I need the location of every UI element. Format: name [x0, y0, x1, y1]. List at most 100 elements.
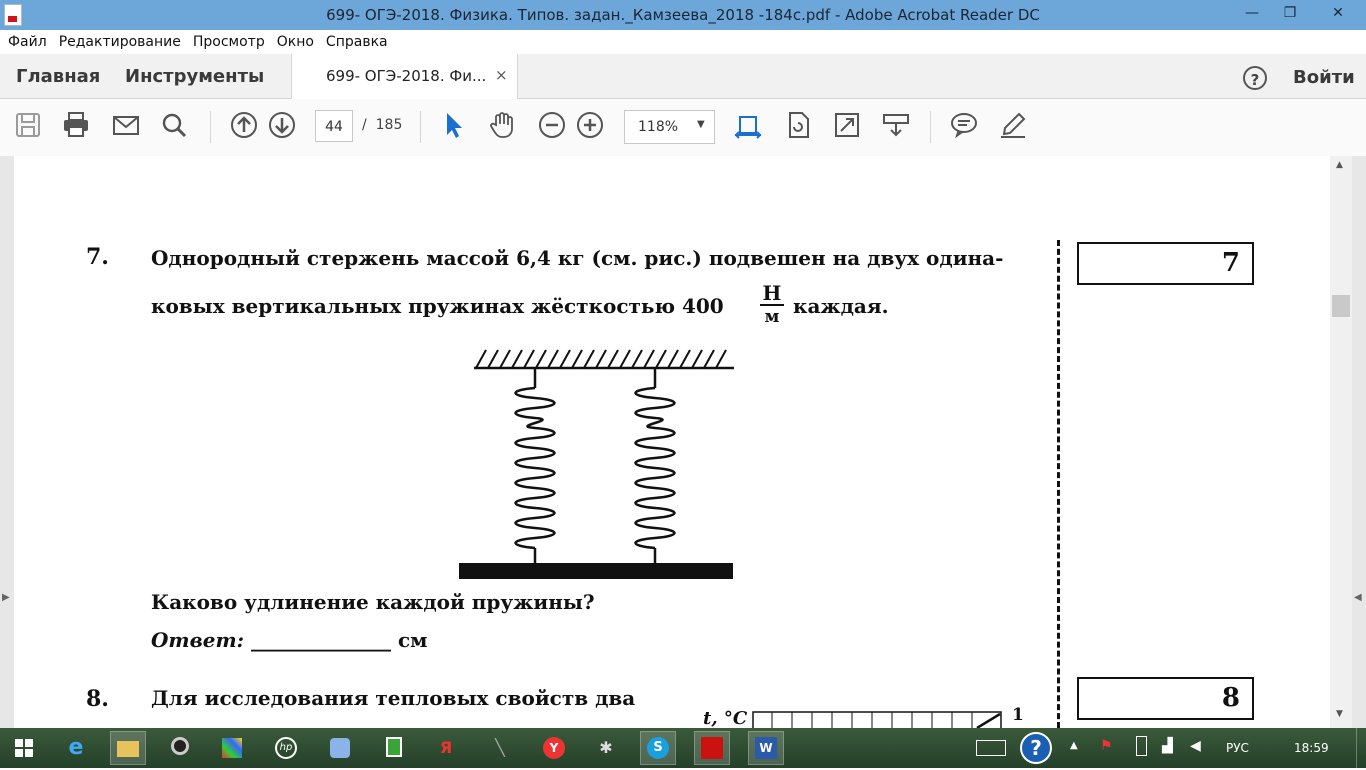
volume-icon[interactable]: ◀	[1190, 738, 1201, 754]
hp-icon[interactable]: hp	[268, 731, 304, 765]
network-icon[interactable]: ▟	[1162, 738, 1173, 754]
page-down-icon[interactable]	[268, 111, 296, 139]
hand-icon[interactable]	[488, 111, 516, 139]
toolbar-separator	[210, 111, 211, 143]
graph-tick-label: 1	[1012, 705, 1024, 725]
flag-icon[interactable]: ⚑	[1100, 738, 1113, 754]
question-7-line1: Однородный стержень массой 6,4 кг (см. р…	[151, 246, 1004, 270]
email-icon[interactable]	[112, 111, 140, 139]
help-tray-icon[interactable]: ?	[1020, 732, 1052, 764]
zoom-out-icon[interactable]	[538, 111, 566, 139]
zoom-in-icon[interactable]	[576, 111, 604, 139]
save-icon[interactable]	[14, 111, 42, 139]
comment-icon[interactable]	[950, 111, 978, 139]
vertical-scrollbar[interactable]: ▲ ▼	[1330, 156, 1352, 728]
scroll-thumb[interactable]	[1332, 295, 1350, 317]
title-bar: 699- ОГЭ-2018. Физика. Типов. задан._Кам…	[0, 0, 1366, 30]
spring-figure	[459, 349, 734, 579]
menu-help[interactable]: Справка	[322, 30, 392, 54]
acrobat-icon[interactable]	[694, 731, 730, 765]
battery-icon[interactable]	[1136, 736, 1147, 756]
answer-box-8: 8	[1077, 677, 1254, 720]
help-icon[interactable]: ?	[1243, 66, 1267, 90]
full-screen-icon[interactable]	[833, 111, 861, 139]
windows-start-icon[interactable]	[6, 731, 42, 765]
graph-axis-label: t, °C	[703, 708, 748, 729]
toolbar-separator	[930, 111, 931, 143]
stiffness-value: 400	[681, 294, 724, 318]
question-7-line2-end: каждая.	[793, 294, 889, 318]
page-up-icon[interactable]	[230, 111, 258, 139]
print-icon[interactable]	[62, 111, 90, 139]
read-mode-icon[interactable]	[882, 111, 910, 139]
taskbar: e hp Я ╲ Y ✱ S W ? ▲ ⚑ ▟ ◀ РУС 18:59	[0, 728, 1366, 768]
maximize-button[interactable]: ❐	[1270, 0, 1310, 28]
login-button[interactable]: Войти	[1293, 67, 1355, 88]
tab-home[interactable]: Главная	[16, 66, 100, 87]
yandex-browser-icon[interactable]: Y	[536, 731, 572, 765]
page-total: / 185	[362, 117, 402, 133]
left-panel-toggle-icon[interactable]: ▶	[2, 592, 10, 603]
chevron-down-icon: ▼	[697, 119, 705, 130]
highlight-icon[interactable]	[999, 111, 1027, 139]
calculator-icon[interactable]	[376, 731, 412, 765]
camera-icon[interactable]	[162, 731, 198, 765]
word-icon[interactable]: W	[748, 731, 784, 765]
page-number-input[interactable]: 44	[315, 110, 353, 142]
menu-view[interactable]: Просмотр	[189, 30, 269, 54]
document-tab-close[interactable]: ×	[495, 66, 508, 84]
answer-box-8-number: 8	[1221, 683, 1240, 713]
scroll-up-icon[interactable]: ▲	[1336, 160, 1343, 170]
close-button[interactable]: ✕	[1312, 0, 1364, 28]
menu-edit[interactable]: Редактирование	[55, 30, 185, 54]
question-8-line1: Для исследования тепловых свойств два	[151, 686, 636, 710]
skype-icon[interactable]: S	[640, 731, 676, 765]
tab-bar: Главная Инструменты ? Войти	[0, 54, 1366, 99]
select-cursor-icon[interactable]	[440, 111, 468, 139]
unit-fraction: Н м	[760, 282, 784, 328]
toolbar: 44 / 185 118% ▼	[0, 99, 1366, 157]
menu-file[interactable]: Файл	[4, 30, 51, 54]
answer-column-divider	[1057, 240, 1060, 728]
badminton-icon[interactable]: ✱	[588, 731, 624, 765]
yandex-icon[interactable]: Я	[428, 731, 464, 765]
tab-tools[interactable]: Инструменты	[125, 66, 264, 87]
window-title: 699- ОГЭ-2018. Физика. Типов. задан._Кам…	[326, 6, 1040, 24]
fit-width-icon[interactable]	[734, 111, 762, 139]
tool-icon[interactable]: ╲	[482, 731, 518, 765]
unit-denominator: м	[764, 307, 780, 327]
rotate-icon[interactable]	[784, 111, 812, 139]
question-7-line2: ковых вертикальных пружинах жёсткостью 4…	[151, 294, 724, 318]
question-8-number: 8.	[86, 686, 109, 712]
ie-icon[interactable]: e	[58, 731, 94, 765]
question-7-prompt: Каково удлинение каждой пружины?	[151, 590, 595, 614]
unit-numerator: Н	[760, 282, 784, 306]
zoom-value: 118%	[638, 119, 679, 135]
keyboard-icon[interactable]	[976, 740, 1006, 756]
answer-box-7-number: 7	[1221, 248, 1240, 278]
clock[interactable]: 18:59	[1294, 741, 1329, 755]
tab-document[interactable]: 699- ОГЭ-2018. Фи... ×	[291, 54, 518, 99]
language-indicator[interactable]: РУС	[1226, 741, 1249, 755]
media-icon[interactable]	[214, 731, 250, 765]
page-total-count: 185	[375, 117, 403, 133]
answer-unit: см	[397, 628, 428, 652]
explorer-icon[interactable]	[110, 731, 146, 765]
audio-icon[interactable]	[322, 731, 358, 765]
answer-line: Ответ: ______________ см	[151, 628, 428, 652]
answer-blank[interactable]: ______________	[251, 628, 391, 652]
question-7-number: 7.	[86, 244, 109, 270]
minimize-button[interactable]: —	[1232, 0, 1272, 28]
show-desktop-button[interactable]	[1356, 728, 1366, 768]
answer-box-7: 7	[1077, 242, 1254, 285]
search-icon[interactable]	[160, 111, 188, 139]
document-tab-label: 699- ОГЭ-2018. Фи...	[326, 67, 487, 85]
right-panel-toggle-icon[interactable]: ◀	[1354, 592, 1362, 603]
menu-window[interactable]: Окно	[273, 30, 318, 54]
graph-grid	[752, 711, 1002, 728]
menu-bar: Файл Редактирование Просмотр Окно Справка	[0, 30, 1366, 54]
page-separator: /	[362, 117, 367, 133]
scroll-down-icon[interactable]: ▼	[1336, 709, 1343, 719]
tray-expand-icon[interactable]: ▲	[1070, 740, 1078, 751]
zoom-select[interactable]: 118% ▼	[624, 110, 715, 144]
